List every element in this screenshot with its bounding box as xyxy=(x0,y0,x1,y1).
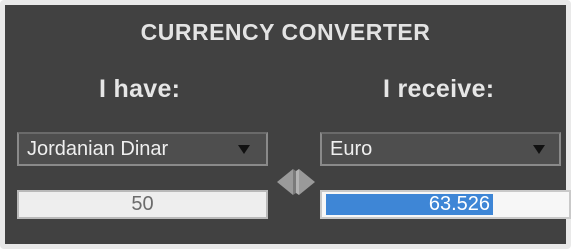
result-value: 63.526 xyxy=(326,194,493,215)
from-currency-value: Jordanian Dinar xyxy=(27,138,169,160)
amount-input[interactable]: 50 xyxy=(17,190,268,219)
receive-label: I receive: xyxy=(383,75,495,103)
have-label: I have: xyxy=(99,75,181,103)
to-currency-value: Euro xyxy=(330,138,373,160)
from-currency-select[interactable]: Jordanian Dinar xyxy=(17,132,268,166)
swap-arrows-icon[interactable] xyxy=(273,163,319,201)
swap-arrows-icon xyxy=(277,169,315,195)
dropdown-arrow-icon xyxy=(533,145,545,154)
currency-converter-panel: CURRENCY CONVERTER I have: I receive: Jo… xyxy=(0,0,571,249)
panel-title: CURRENCY CONVERTER xyxy=(140,19,431,45)
result-field[interactable]: 63.526 xyxy=(320,190,571,219)
dropdown-arrow-icon xyxy=(238,145,250,154)
to-currency-select[interactable]: Euro xyxy=(320,132,561,166)
